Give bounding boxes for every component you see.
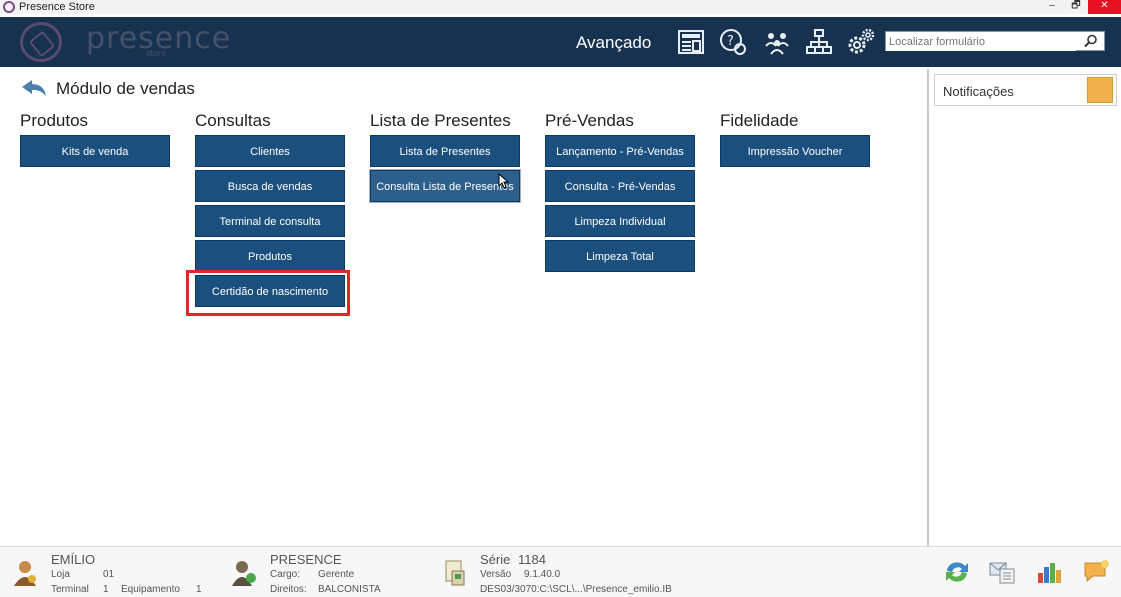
column-lista-de-presentes: Lista de Presentes Lista de Presentes Co…	[369, 111, 522, 205]
notifications-header[interactable]: Notificações	[934, 74, 1117, 106]
clientes-button[interactable]: Clientes	[195, 135, 345, 167]
status-bar: EMÍLIO Loja 01 Terminal 1 Equipamento 1 …	[0, 546, 1121, 597]
search-box	[885, 31, 1105, 51]
database-path: DES03/3070:C:\SCL\...\Presence_emilio.IB	[480, 584, 672, 595]
restore-button[interactable]: 🗗	[1064, 0, 1088, 14]
loja-value: 01	[103, 569, 115, 580]
column-heading: Consultas	[195, 111, 271, 130]
busca-de-vendas-button[interactable]: Busca de vendas	[195, 170, 345, 202]
consulta-pre-vendas-button[interactable]: Consulta - Pré-Vendas	[545, 170, 695, 202]
chart-icon[interactable]	[1035, 559, 1063, 588]
user-info: EMÍLIO	[51, 552, 95, 567]
direitos-value: BALCONISTA	[318, 584, 381, 595]
column-heading: Pré-Vendas	[545, 111, 634, 130]
column-produtos: Produtos Kits de venda	[20, 112, 172, 170]
search-icon[interactable]	[1084, 34, 1098, 53]
direitos-label: Direitos:	[270, 584, 307, 595]
close-button[interactable]: ✕	[1088, 0, 1121, 14]
loja-label: Loja	[51, 569, 70, 580]
news-icon[interactable]	[676, 27, 706, 57]
column-heading: Lista de Presentes	[370, 111, 511, 130]
terminal-label: Terminal	[51, 584, 89, 595]
highlight-frame	[186, 270, 350, 316]
column-fidelidade: Fidelidade Impressão Voucher	[720, 112, 872, 170]
impressao-voucher-button[interactable]: Impressão Voucher	[720, 135, 870, 167]
chat-icon[interactable]	[1083, 559, 1111, 588]
lista-de-presentes-button[interactable]: Lista de Presentes	[370, 135, 520, 167]
brand-logo-icon	[20, 22, 62, 62]
settings-icon[interactable]	[846, 27, 876, 57]
app-logo-icon	[3, 1, 15, 13]
produtos-button[interactable]: Produtos	[195, 240, 345, 272]
column-heading: Fidelidade	[720, 111, 799, 130]
minimize-button[interactable]: –	[1040, 0, 1064, 14]
user-icon	[12, 559, 38, 590]
network-icon[interactable]	[804, 27, 834, 57]
cargo-value: Gerente	[318, 569, 355, 580]
window-title: Presence Store	[19, 1, 95, 13]
notifications-panel: Notificações	[927, 69, 1121, 547]
refresh-icon[interactable]	[943, 559, 971, 588]
equipamento-value: 1	[196, 584, 202, 595]
column-pre-vendas: Pré-Vendas Lançamento - Pré-Vendas Consu…	[545, 112, 697, 275]
user-name: EMÍLIO	[51, 552, 96, 567]
brand-logo-subtext: store	[146, 48, 167, 58]
serie-label: Série	[480, 552, 511, 567]
limpeza-individual-button[interactable]: Limpeza Individual	[545, 205, 695, 237]
company-icon	[231, 559, 257, 590]
terminal-value: 1	[103, 584, 109, 595]
svg-text:?: ?	[727, 34, 734, 49]
mail-list-icon[interactable]	[988, 559, 1016, 588]
company-name: PRESENCE	[270, 552, 342, 567]
main-content: Módulo de vendas Produtos Kits de venda …	[0, 68, 926, 546]
search-input[interactable]	[886, 33, 1076, 51]
terminal-de-consulta-button[interactable]: Terminal de consulta	[195, 205, 345, 237]
mode-label[interactable]: Avançado	[576, 33, 651, 53]
versao-value: 9.1.40.0	[524, 569, 561, 580]
notification-envelope-icon[interactable]	[1087, 77, 1113, 103]
notifications-label: Notificações	[943, 84, 1014, 99]
lancamento-pre-vendas-button[interactable]: Lançamento - Pré-Vendas	[545, 135, 695, 167]
mouse-cursor-icon	[498, 173, 510, 189]
kits-de-venda-button[interactable]: Kits de venda	[20, 135, 170, 167]
help-icon[interactable]: ?	[718, 27, 748, 57]
system-info-icon	[443, 559, 467, 590]
company-info: PRESENCE	[270, 552, 342, 567]
column-heading: Produtos	[20, 111, 89, 130]
back-arrow-icon[interactable]	[20, 78, 48, 105]
module-title: Módulo de vendas	[56, 79, 195, 98]
users-icon[interactable]	[762, 27, 792, 57]
app-header: presence store Avançado ?	[0, 17, 1121, 67]
cargo-label: Cargo:	[270, 569, 301, 580]
serie-value: 1184	[518, 552, 546, 567]
limpeza-total-button[interactable]: Limpeza Total	[545, 240, 695, 272]
versao-label: Versão	[480, 569, 512, 580]
equipamento-label: Equipamento	[121, 584, 180, 595]
window-titlebar: Presence Store – 🗗 ✕	[0, 0, 1121, 14]
